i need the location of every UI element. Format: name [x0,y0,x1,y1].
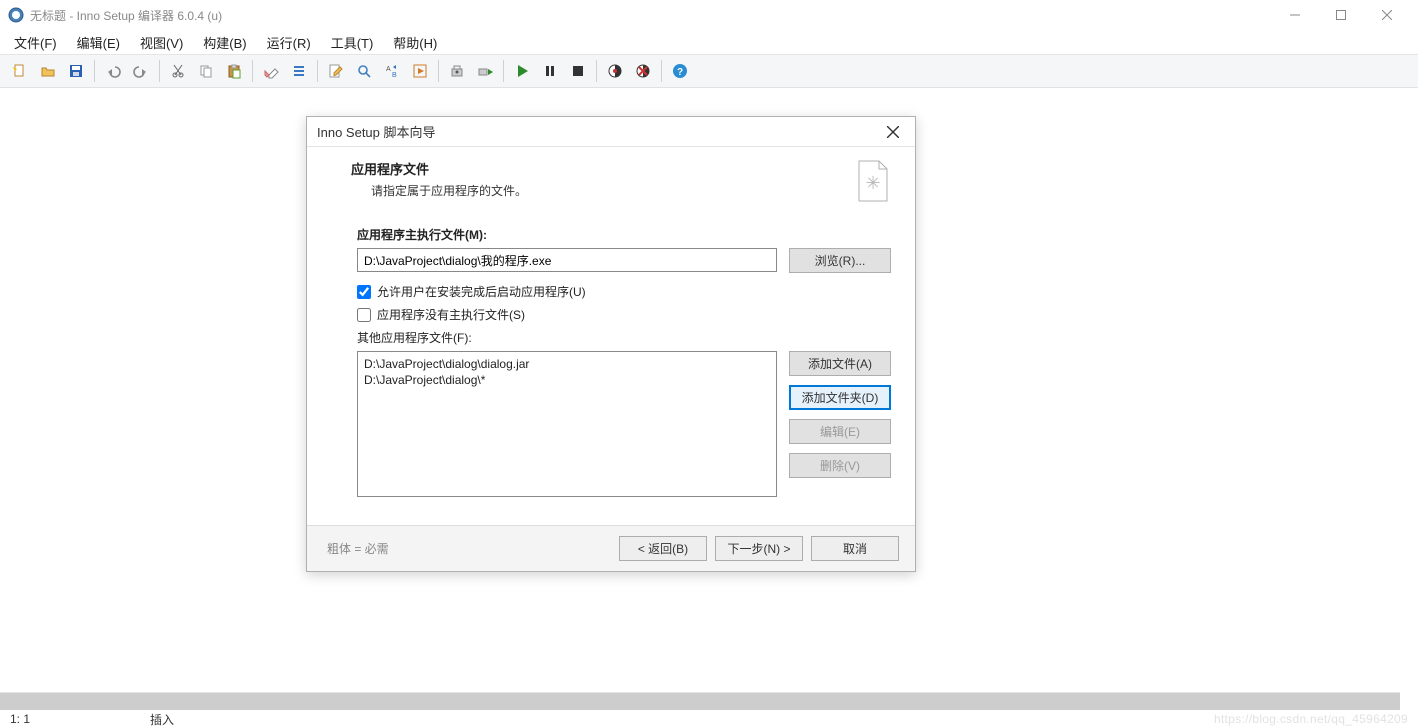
add-file-button[interactable]: 添加文件(A) [789,351,891,376]
compile-icon[interactable] [445,59,469,83]
allow-run-after-install-checkbox[interactable]: 允许用户在安装完成后启动应用程序(U) [357,283,891,300]
window-title: 无标题 - Inno Setup 编译器 6.0.4 (u) [30,7,1272,24]
pause-icon[interactable] [538,59,562,83]
close-button[interactable] [1364,0,1410,30]
goto-icon[interactable] [408,59,432,83]
cursor-position: 1: 1 [10,712,150,726]
menu-tools[interactable]: 工具(T) [323,31,382,54]
cancel-button[interactable]: 取消 [811,536,899,561]
redo-icon[interactable] [129,59,153,83]
toolbar-separator [503,60,504,82]
toolbar-separator [317,60,318,82]
toolbar-separator [94,60,95,82]
window-controls [1272,0,1410,30]
help-icon[interactable]: ? [668,59,692,83]
back-button[interactable]: < 返回(B) [619,536,707,561]
paste-icon[interactable] [222,59,246,83]
main-exe-input[interactable] [357,248,777,272]
copy-icon[interactable] [194,59,218,83]
dialog-footer: 粗体 = 必需 < 返回(B) 下一步(N) > 取消 [307,525,915,571]
insert-mode: 插入 [150,711,174,728]
toolbar-separator [252,60,253,82]
svg-text:?: ? [677,67,683,78]
run-icon[interactable] [510,59,534,83]
statusbar: 1: 1 插入 [0,710,1418,728]
menu-build[interactable]: 构建(B) [195,31,254,54]
menu-edit[interactable]: 编辑(E) [69,31,128,54]
cut-icon[interactable] [166,59,190,83]
open-icon[interactable] [36,59,60,83]
document-icon: ✳ [855,159,891,206]
checkbox-label: 允许用户在安装完成后启动应用程序(U) [377,283,586,300]
app-icon [8,7,24,23]
new-icon[interactable] [8,59,32,83]
replace-icon[interactable]: AB [380,59,404,83]
target-debug-icon[interactable] [603,59,627,83]
horizontal-scrollbar[interactable] [0,692,1400,710]
dialog-body: 应用程序主执行文件(M): 浏览(R)... 允许用户在安装完成后启动应用程序(… [307,220,915,525]
no-main-exe-checkbox[interactable]: 应用程序没有主执行文件(S) [357,306,891,323]
list-icon[interactable] [287,59,311,83]
svg-text:B: B [392,72,397,79]
delete-button[interactable]: 删除(V) [789,453,891,478]
menu-file[interactable]: 文件(F) [6,31,65,54]
dialog-close-button[interactable] [881,120,905,144]
dialog-header-title: 应用程序文件 [351,159,845,178]
toolbar-separator [159,60,160,82]
footer-hint: 粗体 = 必需 [323,540,611,557]
script-wizard-dialog: Inno Setup 脚本向导 应用程序文件 请指定属于应用程序的文件。 ✳ 应… [306,116,916,572]
edit-button[interactable]: 编辑(E) [789,419,891,444]
dialog-header-desc: 请指定属于应用程序的文件。 [371,182,845,199]
compile-run-icon[interactable] [473,59,497,83]
menu-run[interactable]: 运行(R) [259,31,319,54]
dialog-titlebar[interactable]: Inno Setup 脚本向导 [307,117,915,147]
save-icon[interactable] [64,59,88,83]
window-titlebar: 无标题 - Inno Setup 编译器 6.0.4 (u) [0,0,1418,30]
other-files-listbox[interactable]: D:\JavaProject\dialog\dialog.jar D:\Java… [357,351,777,497]
menu-help[interactable]: 帮助(H) [385,31,445,54]
browse-button[interactable]: 浏览(R)... [789,248,891,273]
undo-icon[interactable] [101,59,125,83]
target-xdebug-icon[interactable] [631,59,655,83]
toolbar-separator [661,60,662,82]
edit-script-icon[interactable] [324,59,348,83]
svg-text:✳: ✳ [865,173,880,193]
toolbar-separator [596,60,597,82]
list-item[interactable]: D:\JavaProject\dialog\* [364,372,770,388]
toolbar: AB ? [0,54,1418,88]
main-exe-label: 应用程序主执行文件(M): [357,226,891,243]
svg-text:A: A [386,66,391,73]
maximize-button[interactable] [1318,0,1364,30]
scrollbar-thumb[interactable] [0,693,1400,710]
minimize-button[interactable] [1272,0,1318,30]
checkbox-input[interactable] [357,285,371,299]
find-icon[interactable] [352,59,376,83]
menubar: 文件(F) 编辑(E) 视图(V) 构建(B) 运行(R) 工具(T) 帮助(H… [0,30,1418,54]
checkbox-label: 应用程序没有主执行文件(S) [377,306,525,323]
list-item[interactable]: D:\JavaProject\dialog\dialog.jar [364,356,770,372]
dialog-header: 应用程序文件 请指定属于应用程序的文件。 ✳ [307,147,915,220]
next-button[interactable]: 下一步(N) > [715,536,803,561]
dialog-title: Inno Setup 脚本向导 [317,122,881,141]
eraser-icon[interactable] [259,59,283,83]
toolbar-separator [438,60,439,82]
stop-icon[interactable] [566,59,590,83]
other-files-label: 其他应用程序文件(F): [357,329,891,346]
add-folder-button[interactable]: 添加文件夹(D) [789,385,891,410]
checkbox-input[interactable] [357,308,371,322]
menu-view[interactable]: 视图(V) [132,31,191,54]
